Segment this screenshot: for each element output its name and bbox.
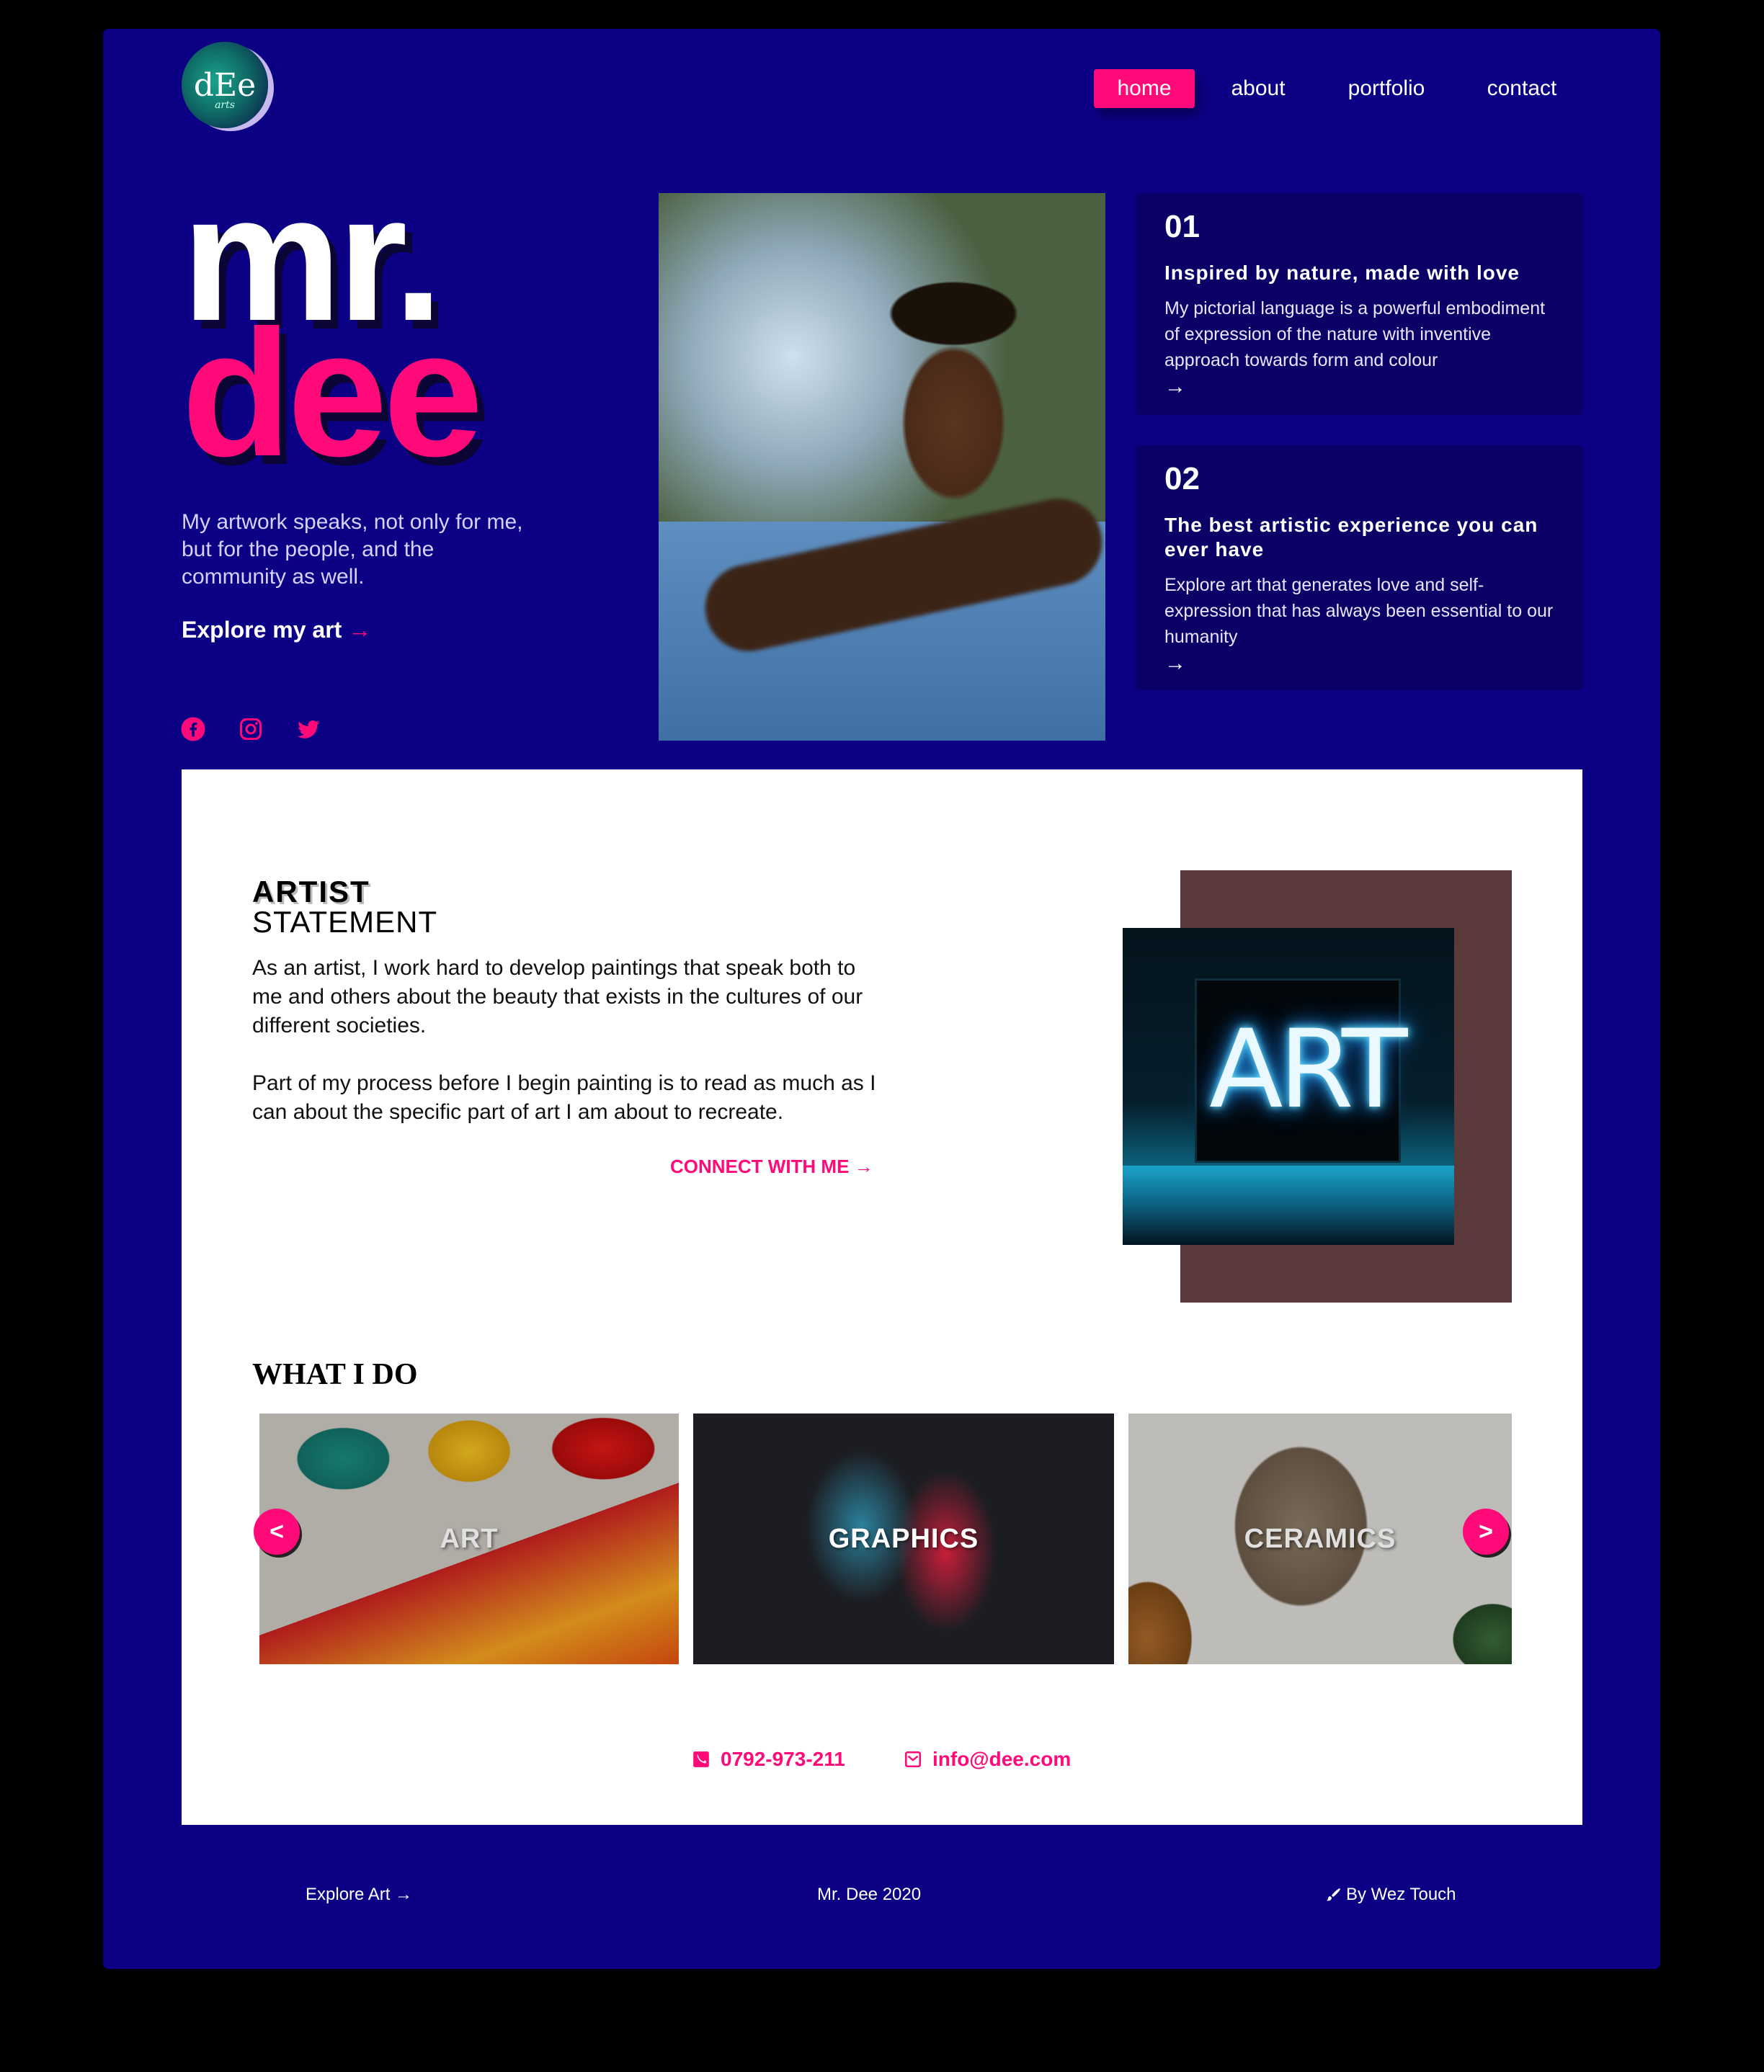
- hero-tagline: My artwork speaks, not only for me, but …: [182, 510, 523, 589]
- carousel-next-button[interactable]: >: [1463, 1509, 1509, 1555]
- arrow-right-icon: →: [348, 617, 372, 643]
- service-tile-graphics[interactable]: GRAPHICS: [693, 1414, 1114, 1664]
- neon-art-image: ART: [1123, 928, 1454, 1245]
- footer-copyright: Mr. Dee 2020: [817, 1885, 922, 1904]
- footer-credit-text: By Wez Touch: [1346, 1885, 1456, 1904]
- mail-icon: [904, 1751, 922, 1768]
- facebook-icon[interactable]: [180, 716, 209, 745]
- service-tile-ceramics[interactable]: CERAMICS: [1128, 1414, 1512, 1664]
- statement-subheading: STATEMENT: [252, 905, 438, 939]
- portrait-arm-shape: [697, 491, 1105, 659]
- explore-art-label: Explore my art: [182, 617, 342, 643]
- twitter-icon[interactable]: [295, 716, 324, 745]
- feature-description: Explore art that generates love and self…: [1164, 575, 1554, 647]
- email-address: info@dee.com: [932, 1748, 1072, 1770]
- brush-icon: [1327, 1888, 1340, 1901]
- nav-portfolio[interactable]: portfolio: [1336, 69, 1437, 108]
- tile-label: CERAMICS: [1244, 1523, 1396, 1554]
- feature-card-2: 02 The best artistic experience you can …: [1136, 445, 1582, 690]
- connect-with-me-link[interactable]: CONNECT WITH ME →: [670, 1156, 873, 1178]
- arrow-right-icon[interactable]: →: [1164, 375, 1554, 399]
- hero-title-line2: dee: [182, 293, 484, 494]
- main-nav: home about portfolio contact: [0, 69, 1764, 108]
- instagram-icon[interactable]: [238, 716, 267, 745]
- footer-explore-link[interactable]: Explore Art →: [306, 1885, 412, 1905]
- neon-table-surface: [1123, 1166, 1454, 1245]
- nav-home[interactable]: home: [1094, 69, 1195, 108]
- hero-portrait-image: [659, 193, 1105, 741]
- statement-paragraph-2: Part of my process before I begin painti…: [252, 1071, 876, 1124]
- tile-label: GRAPHICS: [828, 1523, 979, 1554]
- arrow-right-icon[interactable]: →: [1164, 651, 1554, 676]
- phone-number: 0792-973-211: [721, 1748, 845, 1770]
- contact-phone[interactable]: 0792-973-211: [692, 1748, 845, 1771]
- feature-description: My pictorial language is a powerful embo…: [1164, 298, 1546, 370]
- nav-about[interactable]: about: [1215, 69, 1301, 108]
- statement-heading: ARTIST: [252, 875, 370, 908]
- feature-card-1: 01 Inspired by nature, made with love My…: [1136, 193, 1582, 415]
- feature-number: 01: [1164, 209, 1200, 244]
- tile-label: ART: [440, 1523, 499, 1554]
- footer-credit: By Wez Touch: [1324, 1885, 1456, 1905]
- explore-art-link[interactable]: Explore my art →: [182, 617, 371, 643]
- what-i-do-heading: WHAT I DO: [252, 1358, 418, 1391]
- neon-sign-text: ART: [1209, 1007, 1408, 1133]
- contact-email[interactable]: info@dee.com: [904, 1748, 1071, 1771]
- phone-icon: [693, 1751, 709, 1767]
- statement-paragraph-1: As an artist, I work hard to develop pai…: [252, 956, 863, 1037]
- carousel-prev-button[interactable]: <: [254, 1509, 300, 1555]
- nav-contact[interactable]: contact: [1479, 69, 1565, 108]
- service-tile-art[interactable]: ART: [259, 1414, 679, 1664]
- feature-title: The best artistic experience you can eve…: [1164, 514, 1538, 561]
- feature-number: 02: [1164, 461, 1200, 496]
- feature-title: Inspired by nature, made with love: [1164, 262, 1520, 284]
